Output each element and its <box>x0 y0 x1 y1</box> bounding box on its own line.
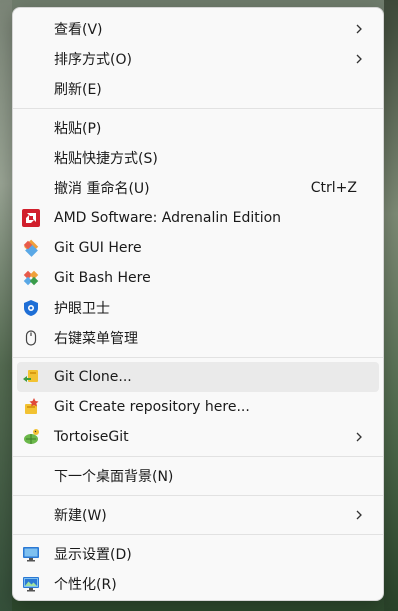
menu-item-personalize[interactable]: 个性化(R) <box>17 569 379 599</box>
menu-separator <box>13 534 383 535</box>
mouse-icon <box>21 328 41 348</box>
menu-item-label: 下一个桌面背景(N) <box>54 469 174 485</box>
menu-item-s[interactable]: 粘贴快捷方式(S) <box>17 143 379 173</box>
menu-item-label: 刷新(E) <box>54 82 102 98</box>
menu-item-label: Git Create repository here... <box>54 399 250 415</box>
menu-item-label: AMD Software: Adrenalin Edition <box>54 210 282 226</box>
desktop-background-right <box>384 0 398 611</box>
menu-item-label: Git Bash Here <box>54 270 151 286</box>
menu-item-label: 粘贴(P) <box>54 121 102 137</box>
menu-item-git-create-repo[interactable]: Git Create repository here... <box>17 392 379 422</box>
menu-item-label: 护眼卫士 <box>54 301 110 317</box>
menu-item-v[interactable]: 查看(V) <box>17 14 379 44</box>
chevron-right-icon <box>353 431 365 443</box>
chevron-right-icon <box>353 23 365 35</box>
menu-item-label: 右键菜单管理 <box>54 331 138 347</box>
menu-item-label: 新建(W) <box>54 508 107 524</box>
menu-item-label: 排序方式(O) <box>54 52 132 68</box>
menu-item-mouse[interactable]: 右键菜单管理 <box>17 323 379 353</box>
git-create-repo-icon <box>21 397 41 417</box>
menu-item-o[interactable]: 排序方式(O) <box>17 44 379 74</box>
menu-item-shortcut: Ctrl+Z <box>310 180 357 196</box>
menu-item-u[interactable]: 撤消 重命名(U) Ctrl+Z <box>17 173 379 203</box>
menu-item-w[interactable]: 新建(W) <box>17 500 379 530</box>
menu-item-p[interactable]: 粘贴(P) <box>17 113 379 143</box>
menu-item-label: Git GUI Here <box>54 240 142 256</box>
menu-separator <box>13 108 383 109</box>
git-bash-icon <box>21 268 41 288</box>
menu-item-git-clone[interactable]: Git Clone... <box>17 362 379 392</box>
git-gui-icon <box>21 238 41 258</box>
menu-separator <box>13 495 383 496</box>
menu-item-tortoisegit[interactable]: TortoiseGit <box>17 422 379 452</box>
personalize-icon <box>21 574 41 594</box>
display-settings-icon <box>21 544 41 564</box>
menu-item-label: TortoiseGit <box>54 429 129 445</box>
menu-item-display-settings[interactable]: 显示设置(D) <box>17 539 379 569</box>
context-menu: 查看(V) 排序方式(O) 刷新(E) 粘贴(P) 粘贴快捷方式(S) 撤消 重命名(U)… <box>12 7 384 601</box>
menu-item-label: 查看(V) <box>54 22 103 38</box>
eye-guard-icon <box>21 298 41 318</box>
menu-item-label: Git Clone... <box>54 369 132 385</box>
menu-item-eye-guard[interactable]: 护眼卫士 <box>17 293 379 323</box>
menu-item-n[interactable]: 下一个桌面背景(N) <box>17 461 379 491</box>
menu-item-git-bash[interactable]: Git Bash Here <box>17 263 379 293</box>
tortoisegit-icon <box>21 427 41 447</box>
menu-item-label: 个性化(R) <box>54 577 117 593</box>
menu-separator <box>13 357 383 358</box>
menu-item-e[interactable]: 刷新(E) <box>17 74 379 104</box>
menu-item-label: 显示设置(D) <box>54 547 132 563</box>
desktop-background-left <box>0 0 12 611</box>
amd-icon <box>21 208 41 228</box>
menu-item-label: 粘贴快捷方式(S) <box>54 151 158 167</box>
menu-item-label: 撤消 重命名(U) <box>54 181 150 197</box>
git-clone-icon <box>21 367 41 387</box>
chevron-right-icon <box>353 509 365 521</box>
chevron-right-icon <box>353 53 365 65</box>
menu-separator <box>13 456 383 457</box>
menu-item-git-gui[interactable]: Git GUI Here <box>17 233 379 263</box>
menu-item-amd[interactable]: AMD Software: Adrenalin Edition <box>17 203 379 233</box>
